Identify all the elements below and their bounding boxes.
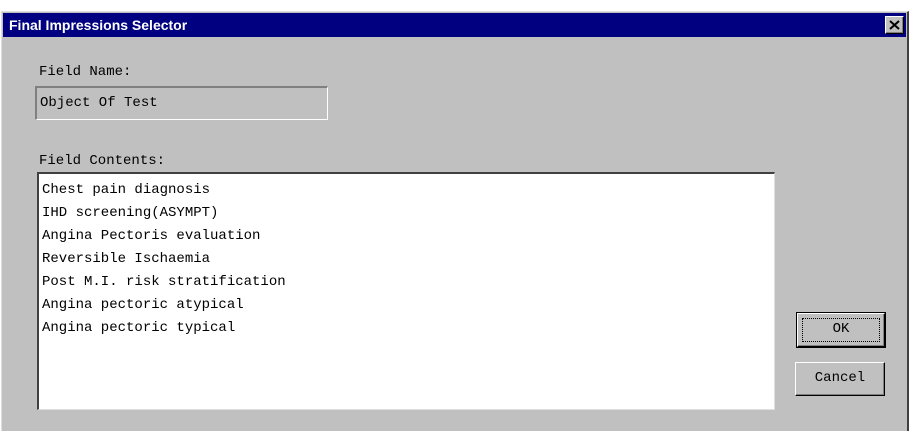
list-item[interactable]: IHD screening(ASYMPT) [42, 202, 774, 225]
list-item[interactable]: Angina pectoric atypical [42, 294, 774, 317]
field-contents-list[interactable]: Chest pain diagnosis IHD screening(ASYMP… [37, 172, 775, 410]
field-name-label: Field Name: [39, 64, 132, 80]
list-item[interactable]: Reversible Ischaemia [42, 248, 774, 271]
field-contents-label: Field Contents: [39, 153, 166, 169]
cancel-button-label: Cancel [814, 370, 866, 386]
field-name-value: Object Of Test [35, 86, 328, 120]
close-icon [889, 20, 900, 30]
window-title: Final Impressions Selector [9, 17, 188, 33]
list-item[interactable]: Chest pain diagnosis [42, 179, 774, 202]
ok-button-label: OK [832, 321, 850, 337]
ok-button[interactable]: OK [796, 312, 886, 348]
list-item[interactable]: Post M.I. risk stratification [42, 271, 774, 294]
close-button[interactable] [885, 16, 904, 34]
list-item[interactable]: Angina Pectoris evaluation [42, 225, 774, 248]
list-item[interactable]: Angina pectoric typical [42, 317, 774, 340]
cancel-button[interactable]: Cancel [795, 362, 885, 396]
title-bar[interactable]: Final Impressions Selector [3, 13, 906, 37]
